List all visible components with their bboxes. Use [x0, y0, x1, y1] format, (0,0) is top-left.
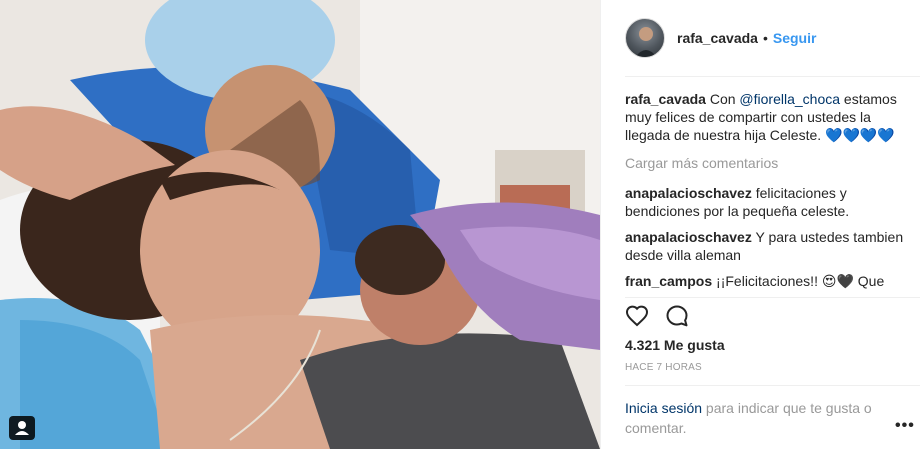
comment-username[interactable]: anapalacioschavez — [625, 185, 752, 201]
comment-icon[interactable] — [665, 304, 689, 328]
caption-text-before: Con — [709, 91, 740, 107]
comments-list[interactable]: rafa_cavada Con @fiorella_choca estamos … — [625, 90, 905, 294]
login-link[interactable]: Inicia sesión — [625, 400, 702, 416]
caption-username[interactable]: rafa_cavada — [625, 91, 706, 107]
login-divider — [625, 385, 920, 386]
header-separator: • — [762, 30, 768, 46]
header-username[interactable]: rafa_cavada — [677, 30, 758, 46]
load-more-comments-button[interactable]: Cargar más comentarios — [625, 154, 905, 172]
comment-item: fran_campos ¡¡Felicitaciones!! 😍🖤 Que he… — [625, 272, 905, 294]
comment-username[interactable]: anapalacioschavez — [625, 229, 752, 245]
more-options-icon[interactable]: ••• — [895, 417, 915, 435]
comment-username[interactable]: fran_campos — [625, 273, 712, 289]
login-prompt: Inicia sesión para indicar que te gusta … — [625, 398, 881, 438]
comment-item: anapalacioschavez felicitaciones y bendi… — [625, 184, 905, 220]
actions-divider — [625, 297, 920, 298]
post-photo[interactable] — [0, 0, 600, 449]
user-tag-icon[interactable] — [9, 416, 35, 440]
post-sidebar: rafa_cavada • Seguir rafa_cavada Con @fi… — [600, 0, 920, 449]
comment-item: anapalacioschavez Y para ustedes tambien… — [625, 228, 905, 264]
caption: rafa_cavada Con @fiorella_choca estamos … — [625, 90, 905, 144]
header-divider — [625, 76, 920, 77]
post-timestamp[interactable]: Hace 7 horas — [625, 362, 702, 373]
likes-count[interactable]: 4.321 Me gusta — [625, 337, 725, 353]
follow-button[interactable]: Seguir — [773, 30, 817, 46]
action-bar — [625, 300, 705, 332]
post-header: rafa_cavada • Seguir — [601, 0, 920, 76]
caption-mention[interactable]: @fiorella_choca — [739, 91, 840, 107]
avatar[interactable] — [625, 18, 665, 58]
heart-icon[interactable] — [625, 304, 649, 328]
photo-illustration — [0, 0, 600, 449]
